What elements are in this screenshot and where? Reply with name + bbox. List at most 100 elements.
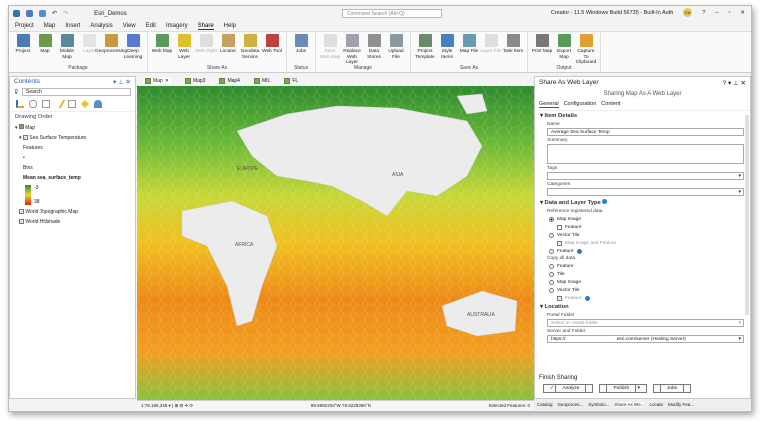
labeling-icon[interactable]	[81, 100, 89, 108]
minimize-button[interactable]: –	[715, 10, 718, 16]
button-label: Web Style	[195, 49, 217, 54]
filter-icon[interactable]: ⊽	[14, 89, 18, 96]
map-node[interactable]: ▾ Map	[15, 122, 135, 133]
ribbon-group-package: Project Map Mobile Map Layer Geoprocessing De…	[9, 32, 148, 72]
radio-vector-tile[interactable]: Vector Tile	[535, 231, 750, 239]
web-map-icon	[155, 34, 169, 47]
radio-copy-map-image[interactable]: Map Image	[535, 278, 750, 286]
maximize-button[interactable]: ▫	[728, 10, 730, 16]
radio-ref-feature[interactable]: Feature	[535, 247, 750, 255]
web-style-icon	[199, 34, 213, 47]
avatar[interactable]: EA	[683, 8, 693, 17]
tab-fl[interactable]: FL	[284, 77, 298, 84]
help-icon[interactable]: ?	[702, 10, 705, 16]
document-tabs: Map ✕ Map3 Map4 MIL FL	[139, 76, 534, 85]
print-map-icon	[535, 34, 549, 47]
tab-map4[interactable]: Map4	[219, 77, 240, 84]
section-location[interactable]: ▾ Location	[535, 302, 750, 312]
pane-tab-catalog[interactable]: Catalog	[537, 402, 553, 407]
contents-title: Contents	[14, 78, 41, 85]
coordinates[interactable]: 89.5992203°W 78.6228365°N	[311, 403, 371, 408]
snapping-icon[interactable]	[68, 100, 76, 108]
name-label: Name	[547, 122, 560, 127]
section-data-layer-type[interactable]: ▾ Data and Layer Type	[535, 197, 750, 208]
group-label: Manage	[353, 65, 373, 71]
menu-share[interactable]: Share	[197, 23, 214, 30]
tags-input[interactable]: ▾	[547, 172, 744, 180]
basemap-hillshade[interactable]: ✓ World Hillshade	[15, 217, 135, 227]
radio-copy-vector-tile[interactable]: Vector Tile	[535, 286, 750, 294]
pane-tab-symbology[interactable]: Symbolo...	[588, 402, 609, 407]
ribbon-group-share-as: Web Map Web Layer Web Style Locator Geodata …	[148, 32, 287, 72]
categories-select[interactable]: ▾	[547, 188, 744, 196]
info-icon[interactable]	[576, 248, 582, 254]
map-view[interactable]: EUROPE ASIA AFRICA AUSTRALIA	[137, 86, 534, 400]
close-button[interactable]: ✕	[740, 10, 745, 16]
radio-tile[interactable]: Tile	[535, 270, 750, 278]
tab-map3[interactable]: Map3	[184, 77, 205, 84]
tab-configuration[interactable]: Configuration	[564, 101, 597, 108]
menu-view[interactable]: View	[123, 23, 136, 29]
analyze-button[interactable]: ✓ Analyze	[543, 384, 594, 393]
button-label: Web Layer	[178, 49, 190, 60]
layer-sea-surface-temp[interactable]: ▾ ✓ Sea Surface Temperature	[15, 133, 135, 143]
portal-placeholder: Select or create folder	[551, 321, 598, 326]
publish-button[interactable]: Publish ▾	[599, 384, 647, 393]
tab-mil[interactable]: MIL	[253, 77, 270, 84]
perspective-icon[interactable]	[94, 100, 102, 108]
radio-map-image[interactable]: Map Image	[535, 215, 750, 223]
menu-insert[interactable]: Insert	[65, 23, 80, 29]
info-icon[interactable]	[602, 199, 608, 204]
section-item-details[interactable]: ▾ Item Details	[535, 111, 750, 121]
project-name[interactable]: Esri_Demos	[94, 11, 127, 17]
checkbox-feature[interactable]: Feature	[535, 223, 750, 231]
summary-label: Summary	[547, 138, 568, 143]
option-label: Map Image	[557, 279, 581, 285]
checkbox-copy-feature[interactable]: ✓ Feature	[535, 294, 750, 302]
save-icon[interactable]	[39, 10, 46, 17]
open-icon[interactable]	[26, 10, 33, 17]
tab-content[interactable]: Content	[601, 101, 620, 108]
drawing-order-heading: Drawing Order	[15, 114, 53, 120]
menu-edit[interactable]: Edit	[146, 23, 156, 29]
pane-tab-modify-features[interactable]: Modify Fea...	[668, 402, 694, 407]
menu-help[interactable]: Help	[224, 23, 236, 29]
pane-tab-locate[interactable]: Locate	[649, 402, 663, 407]
menu-analysis[interactable]: Analysis	[90, 23, 112, 29]
server-folder-select[interactable]: https:// .esri.com/server (Hosting Server…	[547, 335, 744, 343]
pane-tab-share[interactable]: Share As We...	[614, 402, 645, 407]
portal-folder-select[interactable]: Select or create folder ▾	[547, 319, 744, 327]
basemap-topo[interactable]: ✓ World Topographic Map	[15, 207, 135, 217]
selection-icon[interactable]	[42, 100, 50, 108]
summary-input[interactable]	[547, 144, 744, 164]
app-icon	[13, 10, 20, 17]
selected-features[interactable]: Selected Features: 0	[488, 403, 530, 408]
tab-general[interactable]: General	[539, 101, 559, 108]
pane-controls[interactable]: ▾ ⊥ ✕	[113, 78, 131, 86]
drawing-order-icon[interactable]	[16, 100, 24, 108]
pane-tab-geoprocessing[interactable]: Geoproces...	[558, 402, 584, 407]
menu-project[interactable]: Project	[15, 23, 34, 29]
scale-selector[interactable]: 1:78,196,348 ▾ | ⊞ ⊟ ✛ ⟳	[141, 403, 193, 409]
undo-icon[interactable]: ↶	[52, 10, 57, 17]
task-item-icon	[506, 34, 520, 47]
scrollbar[interactable]	[745, 115, 749, 315]
data-source-icon[interactable]	[29, 100, 37, 108]
search-input[interactable]: Search	[22, 88, 131, 96]
jobs-button[interactable]: Jobs	[652, 384, 692, 393]
name-input[interactable]: Average Sea Surface Temp	[547, 128, 744, 136]
menu-map[interactable]: Map	[44, 23, 56, 29]
portal-folder-label: Portal Folder	[547, 313, 575, 318]
map-file-icon	[462, 34, 476, 47]
checkbox-map-image-feature[interactable]: ✓ Map Image and Feature	[535, 239, 750, 247]
redo-icon[interactable]: ↷	[63, 10, 68, 17]
features-heading: Features	[23, 145, 43, 151]
basemap-label: World Topographic Map	[25, 209, 79, 215]
tab-map[interactable]: Map ✕	[143, 77, 171, 84]
pane-controls[interactable]: ? ▾ ⊥ ✕	[723, 79, 746, 87]
radio-copy-feature[interactable]: Feature	[535, 262, 750, 270]
menu-imagery[interactable]: Imagery	[166, 23, 188, 29]
info-icon[interactable]	[584, 295, 590, 301]
command-search[interactable]: Command Search (Alt+Q)	[342, 9, 442, 18]
editing-icon[interactable]	[52, 100, 66, 108]
